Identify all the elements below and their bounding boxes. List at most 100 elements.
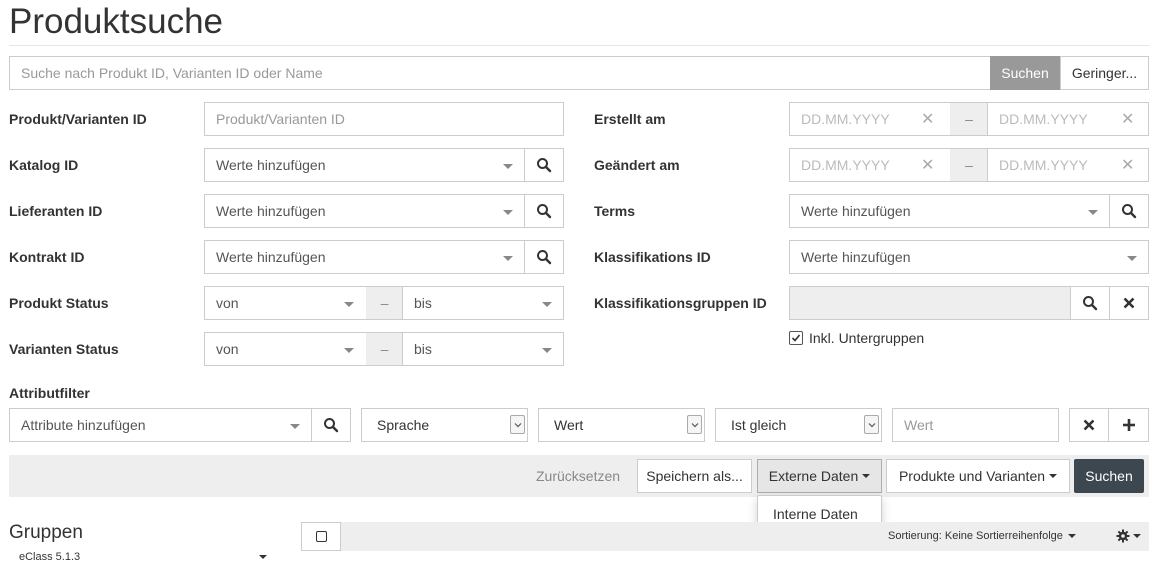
attribute-select[interactable]: Attribute hinzufügen (9, 408, 312, 442)
caret-down-icon (1067, 534, 1076, 538)
search-icon (324, 418, 339, 433)
external-data-button[interactable]: Externe Daten (757, 459, 882, 493)
less-button-label: Geringer... (1071, 65, 1138, 81)
sort-label: Sortierung: Keine Sortierreihenfolge (888, 530, 1063, 542)
label-varianten-status: Varianten Status (9, 341, 119, 357)
search-input[interactable]: Suche nach Produkt ID, Varianten ID oder… (9, 56, 991, 90)
caret-down-icon (862, 474, 871, 478)
produkt-varianten-id-input[interactable]: Produkt/Varianten ID (204, 102, 564, 136)
chevron-down-icon (344, 302, 354, 307)
varianten-status-to-select[interactable]: bis (402, 332, 564, 366)
label-attributfilter: Attributfilter (9, 385, 90, 401)
varianten-status-range-separator: – (366, 332, 403, 366)
caret-down-icon (1133, 534, 1141, 538)
attribute-search-button[interactable] (311, 408, 351, 442)
settings-button[interactable] (1116, 529, 1141, 543)
caret-down-icon (1049, 474, 1058, 478)
lieferanten-id-search-button[interactable] (524, 194, 564, 228)
kontrakt-id-search-button[interactable] (524, 240, 564, 274)
geaendert-am-to-placeholder: DD.MM.YYYY (999, 157, 1088, 173)
lieferanten-id-select[interactable]: Werte hinzufügen (204, 194, 525, 228)
label-katalog-id: Katalog ID (9, 157, 79, 173)
clear-icon[interactable]: ✕ (921, 155, 934, 175)
chevron-down-icon (542, 302, 552, 307)
groups-select-value: eClass 5.1.3 (19, 551, 81, 563)
geaendert-am-from-input[interactable]: DD.MM.YYYY ✕ (789, 148, 951, 182)
produkt-status-range-separator: – (366, 286, 403, 320)
clear-icon[interactable]: ✕ (1121, 155, 1134, 175)
katalog-id-select[interactable]: Werte hinzufügen (204, 148, 525, 182)
varianten-status-from-value: von (216, 341, 239, 357)
include-subgroups-checkbox[interactable]: Inkl. Untergruppen (789, 330, 924, 346)
language-select[interactable]: Sprache (361, 408, 528, 442)
attribute-add-button[interactable] (1108, 408, 1149, 442)
operator-select[interactable]: Ist gleich (715, 408, 882, 442)
page-title: Produktsuche (9, 2, 224, 41)
checkbox-checked-icon (789, 331, 803, 345)
produkt-status-from-select[interactable]: von (204, 286, 367, 320)
clear-icon[interactable]: ✕ (1121, 109, 1134, 129)
less-button[interactable]: Geringer... (1060, 56, 1149, 90)
erstellt-am-to-placeholder: DD.MM.YYYY (999, 111, 1088, 127)
terms-search-button[interactable] (1109, 194, 1149, 228)
erstellt-am-range-separator: – (950, 102, 988, 136)
label-produkt-status: Produkt Status (9, 295, 109, 311)
value-input[interactable]: Wert (892, 408, 1059, 442)
save-as-label: Speichern als... (646, 468, 743, 484)
klassifikations-id-select[interactable]: Werte hinzufügen (789, 240, 1149, 274)
chevron-down-icon (344, 348, 354, 353)
varianten-status-to-value: bis (414, 341, 432, 357)
reset-link[interactable]: Zurücksetzen (536, 468, 620, 484)
chevron-down-icon (503, 256, 513, 261)
terms-placeholder: Werte hinzufügen (801, 203, 911, 219)
erstellt-am-to-input[interactable]: DD.MM.YYYY ✕ (987, 102, 1149, 136)
language-select-value: Sprache (377, 417, 430, 433)
katalog-id-search-button[interactable] (524, 148, 564, 182)
submit-search-button[interactable]: Suchen (1074, 459, 1144, 493)
checkbox-icon (315, 531, 327, 542)
label-produkt-varianten-id: Produkt/Varianten ID (9, 111, 147, 127)
close-icon (1123, 297, 1135, 309)
varianten-status-from-select[interactable]: von (204, 332, 367, 366)
geaendert-am-range-separator: – (950, 148, 988, 182)
chevron-down-icon (542, 348, 552, 353)
include-subgroups-label: Inkl. Untergruppen (809, 330, 925, 346)
klassifikationsgruppen-id-input[interactable] (789, 286, 1071, 320)
geaendert-am-from-placeholder: DD.MM.YYYY (801, 157, 890, 173)
label-geaendert-am: Geändert am (594, 157, 680, 173)
search-icon (1122, 204, 1137, 219)
select-all-button[interactable] (301, 522, 341, 551)
lieferanten-id-placeholder: Werte hinzufügen (216, 203, 326, 219)
kontrakt-id-select[interactable]: Werte hinzufügen (204, 240, 525, 274)
chevron-down-icon (290, 424, 300, 429)
klassifikationsgruppen-clear-button[interactable] (1109, 286, 1149, 320)
plus-icon (1122, 419, 1135, 431)
attribute-remove-button[interactable] (1069, 408, 1109, 442)
operator-select-value: Ist gleich (731, 417, 787, 433)
caret-down-icon (259, 555, 267, 559)
klassifikationsgruppen-search-button[interactable] (1070, 286, 1110, 320)
produkt-status-to-select[interactable]: bis (402, 286, 564, 320)
chevron-down-icon (503, 164, 513, 169)
groups-title: Gruppen (9, 522, 83, 543)
value-select-value: Wert (554, 417, 584, 433)
search-placeholder: Suche nach Produkt ID, Varianten ID oder… (21, 65, 323, 81)
sort-dropdown[interactable]: Sortierung: Keine Sortierreihenfolge (888, 530, 1076, 542)
submit-search-label: Suchen (1085, 468, 1133, 484)
klassifikations-id-placeholder: Werte hinzufügen (801, 249, 911, 265)
search-icon (537, 204, 552, 219)
erstellt-am-from-input[interactable]: DD.MM.YYYY ✕ (789, 102, 951, 136)
save-as-button[interactable]: Speichern als... (637, 459, 752, 493)
groups-select[interactable]: eClass 5.1.3 (9, 548, 272, 566)
chevron-down-icon (864, 415, 879, 434)
produkt-varianten-id-placeholder: Produkt/Varianten ID (216, 111, 345, 127)
geaendert-am-to-input[interactable]: DD.MM.YYYY ✕ (987, 148, 1149, 182)
value-input-placeholder: Wert (904, 417, 934, 433)
search-button[interactable]: Suchen (990, 56, 1060, 90)
produkt-status-from-value: von (216, 295, 239, 311)
products-variants-button[interactable]: Produkte und Varianten (886, 459, 1070, 493)
clear-icon[interactable]: ✕ (921, 109, 934, 129)
terms-select[interactable]: Werte hinzufügen (789, 194, 1110, 228)
value-select[interactable]: Wert (538, 408, 705, 442)
dropdown-item-interne-daten[interactable]: Interne Daten (773, 506, 858, 522)
